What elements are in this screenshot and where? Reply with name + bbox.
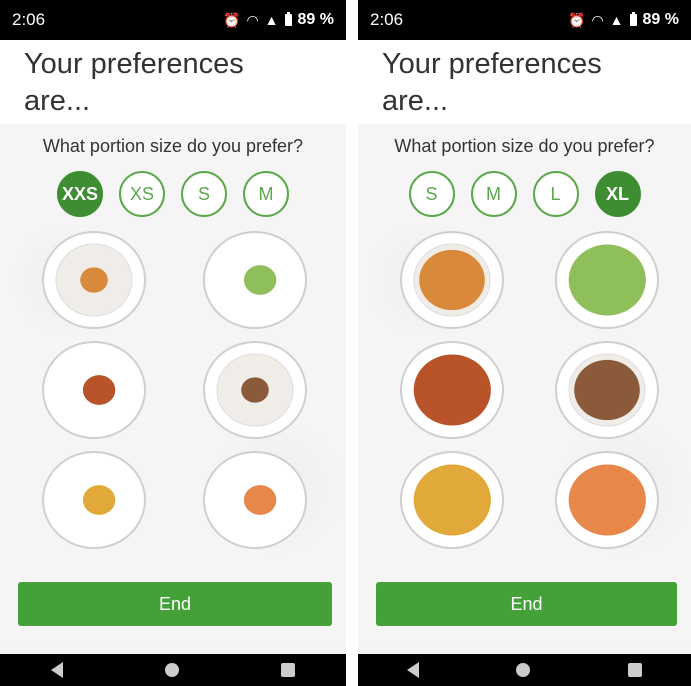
status-icons: ⏰ ◠ ▲ 89 %	[568, 11, 679, 29]
battery-icon	[284, 12, 292, 26]
nav-bar	[358, 654, 691, 686]
dish-rice-dish	[42, 341, 146, 439]
food-portion	[413, 464, 491, 536]
dish-ravioli	[203, 451, 307, 549]
dish-noodle-soup	[42, 231, 146, 329]
food-portion	[82, 485, 116, 515]
dish-noodle-soup	[400, 231, 504, 329]
status-icons: ⏰ ◠ ▲ 89 %	[223, 11, 334, 29]
food-portion	[241, 377, 269, 403]
recents-icon[interactable]	[281, 663, 295, 677]
wifi-icon: ◠	[246, 11, 259, 28]
nav-bar	[0, 654, 346, 686]
size-option[interactable]: XS	[119, 171, 165, 217]
phone-screen-right: 2:06 ⏰ ◠ ▲ 89 % Your preferences are... …	[358, 0, 691, 686]
portion-question: What portion size do you prefer?	[394, 136, 655, 156]
recents-icon[interactable]	[628, 663, 643, 677]
food-portion	[413, 354, 491, 426]
food-portion	[568, 244, 646, 316]
dish-potatoes	[42, 451, 146, 549]
size-option[interactable]: M	[470, 171, 517, 217]
signal-icon: ▲	[609, 12, 624, 28]
size-selector: XXS XS S M	[0, 171, 346, 217]
dish-grid	[0, 217, 346, 551]
dish-salad	[554, 231, 659, 329]
back-icon[interactable]	[406, 662, 419, 678]
back-icon[interactable]	[51, 662, 63, 678]
size-option[interactable]: XXS	[57, 171, 103, 217]
size-option[interactable]: S	[181, 171, 227, 217]
content-area: What portion size do you prefer? S M L X…	[358, 124, 691, 644]
content-area: What portion size do you prefer? XXS XS …	[0, 124, 346, 644]
end-button[interactable]: End	[18, 582, 332, 626]
dish-potatoes	[400, 451, 504, 549]
food-portion	[568, 464, 646, 536]
home-icon[interactable]	[165, 663, 179, 677]
page-title-line1: Your preferences	[382, 48, 602, 80]
dish-grid	[358, 217, 691, 551]
header: Your preferences are...	[0, 40, 346, 124]
signal-icon: ▲	[264, 12, 279, 28]
food-portion	[419, 249, 485, 311]
page-title-line2: are...	[24, 85, 91, 117]
size-option[interactable]: XL	[594, 171, 641, 217]
dish-lentil-stew	[554, 341, 659, 439]
battery-percent: 89 %	[642, 11, 679, 28]
size-selector: S M L XL	[358, 171, 691, 217]
food-portion	[243, 265, 277, 295]
food-portion	[243, 485, 277, 515]
dish-ravioli	[554, 451, 659, 549]
page-title-line2: are...	[382, 85, 449, 117]
dish-rice-dish	[400, 341, 504, 439]
home-icon[interactable]	[516, 663, 531, 677]
food-portion	[573, 359, 640, 421]
size-option[interactable]: L	[532, 171, 579, 217]
size-option[interactable]: M	[243, 171, 289, 217]
header: Your preferences are...	[358, 40, 691, 124]
phone-screen-left: 2:06 ⏰ ◠ ▲ 89 % Your preferences are... …	[0, 0, 346, 686]
portion-question: What portion size do you prefer?	[42, 136, 304, 156]
wifi-icon: ◠	[591, 11, 604, 28]
page-title-line1: Your preferences	[24, 48, 244, 80]
food-portion	[80, 267, 108, 293]
battery-percent: 89 %	[297, 11, 334, 28]
status-bar: 2:06 ⏰ ◠ ▲ 89 %	[0, 0, 346, 40]
alarm-icon: ⏰	[568, 11, 586, 28]
page-title: Your preferences are...	[24, 46, 324, 120]
page-title: Your preferences are...	[382, 46, 669, 120]
status-time: 2:06	[370, 10, 404, 29]
size-option[interactable]: S	[408, 171, 455, 217]
status-time: 2:06	[12, 10, 46, 29]
food-portion	[82, 375, 116, 405]
dish-salad	[203, 231, 307, 329]
end-button[interactable]: End	[376, 582, 677, 626]
battery-icon	[629, 12, 637, 26]
dish-lentil-stew	[203, 341, 307, 439]
alarm-icon: ⏰	[223, 11, 241, 28]
status-bar: 2:06 ⏰ ◠ ▲ 89 %	[358, 0, 691, 40]
